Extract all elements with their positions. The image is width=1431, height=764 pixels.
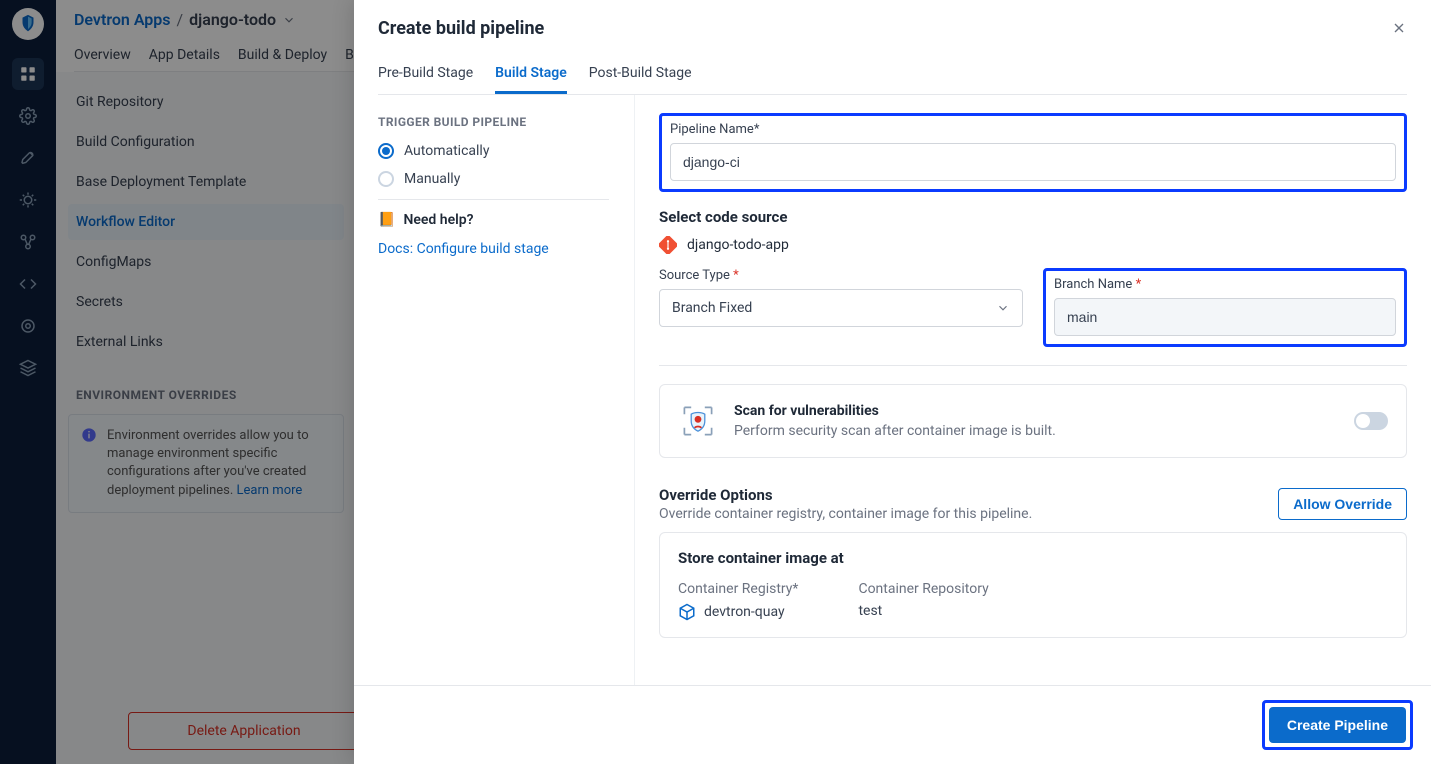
gear-icon[interactable] (12, 100, 44, 132)
need-help: 📙 Need help? (378, 212, 609, 228)
tab-pre-build[interactable]: Pre-Build Stage (378, 57, 473, 94)
config-sidebar: Git Repository Build Configuration Base … (56, 72, 356, 764)
repo-row: django-todo-app (659, 236, 1407, 254)
apps-icon[interactable] (12, 58, 44, 90)
sidebar-item-configmaps[interactable]: ConfigMaps (68, 244, 344, 280)
nav-rail (0, 0, 56, 764)
book-icon: 📙 (378, 212, 395, 228)
container-repo-label: Container Repository (858, 581, 988, 597)
pipeline-name-label: Pipeline Name* (670, 122, 1396, 137)
branch-name-highlight: Branch Name * (1043, 268, 1407, 347)
repo-name: django-todo-app (687, 237, 789, 253)
stage-tabs: Pre-Build Stage Build Stage Post-Build S… (378, 57, 1407, 95)
sidebar-item-external-links[interactable]: External Links (68, 324, 344, 360)
cluster-icon[interactable] (12, 226, 44, 258)
chevron-down-icon[interactable] (282, 13, 296, 27)
modal-footer: Create Pipeline (354, 685, 1431, 764)
create-build-pipeline-modal: Create build pipeline Pre-Build Stage Bu… (354, 0, 1431, 764)
help-label: Need help? (403, 212, 473, 228)
sidebar-item-workflow-editor[interactable]: Workflow Editor (68, 204, 344, 240)
pipeline-name-input[interactable] (670, 143, 1396, 181)
chevron-down-icon (996, 301, 1010, 315)
git-icon (659, 236, 677, 254)
source-type-value: Branch Fixed (672, 300, 752, 316)
trigger-manually-radio[interactable]: Manually (378, 171, 609, 187)
tab-build[interactable]: Build Stage (495, 57, 567, 94)
branch-name-input[interactable] (1054, 298, 1396, 336)
bug-icon[interactable] (12, 184, 44, 216)
trigger-label: TRIGGER BUILD PIPELINE (378, 115, 609, 129)
callout-learn-more-link[interactable]: Learn more (237, 483, 303, 498)
breadcrumb-app[interactable]: django-todo (189, 10, 276, 29)
env-override-callout: Environment overrides allow you to manag… (68, 414, 344, 513)
modal-title: Create build pipeline (378, 18, 1407, 39)
radio-label-auto: Automatically (404, 143, 489, 159)
close-icon[interactable] (1385, 14, 1413, 42)
store-image-card: Store container image at Container Regis… (659, 532, 1407, 638)
override-desc: Override container registry, container i… (659, 506, 1032, 522)
cube-icon (678, 603, 696, 621)
stack-icon[interactable] (12, 352, 44, 384)
container-repo-value: test (858, 603, 882, 619)
sidebar-item-base-template[interactable]: Base Deployment Template (68, 164, 344, 200)
delete-application-button[interactable]: Delete Application (128, 712, 360, 750)
tab-app-details[interactable]: App Details (149, 39, 220, 71)
create-pipeline-button[interactable]: Create Pipeline (1269, 707, 1406, 743)
tab-overview[interactable]: Overview (74, 39, 131, 71)
branch-name-label: Branch Name * (1054, 277, 1396, 292)
store-title: Store container image at (678, 549, 1388, 567)
modal-left-panel: TRIGGER BUILD PIPELINE Automatically Man… (354, 95, 634, 685)
rocket-icon[interactable] (12, 142, 44, 174)
breadcrumb-root[interactable]: Devtron Apps (74, 10, 171, 29)
source-type-label: Source Type * (659, 268, 1023, 283)
info-icon (81, 427, 97, 443)
source-type-select[interactable]: Branch Fixed (659, 289, 1023, 327)
scan-toggle[interactable] (1354, 412, 1388, 430)
devtron-logo (12, 8, 44, 40)
trigger-automatically-radio[interactable]: Automatically (378, 143, 609, 159)
container-registry-value: devtron-quay (704, 604, 785, 620)
scan-icon (678, 401, 718, 441)
modal-right-panel: Pipeline Name* Select code source django… (634, 95, 1431, 685)
container-registry-label: Container Registry* (678, 581, 798, 597)
create-pipeline-highlight: Create Pipeline (1262, 700, 1413, 750)
code-icon[interactable] (12, 268, 44, 300)
scan-title: Scan for vulnerabilities (734, 403, 1338, 419)
radio-label-manual: Manually (404, 171, 460, 187)
sidebar-section-title: ENVIRONMENT OVERRIDES (68, 380, 344, 410)
sidebar-item-git[interactable]: Git Repository (68, 84, 344, 120)
settings-icon[interactable] (12, 310, 44, 342)
tab-build-deploy[interactable]: Build & Deploy (238, 39, 327, 71)
scan-desc: Perform security scan after container im… (734, 423, 1338, 439)
override-title: Override Options (659, 486, 1032, 504)
pipeline-name-highlight: Pipeline Name* (659, 113, 1407, 192)
sidebar-item-secrets[interactable]: Secrets (68, 284, 344, 320)
sidebar-item-build-config[interactable]: Build Configuration (68, 124, 344, 160)
allow-override-button[interactable]: Allow Override (1278, 488, 1407, 520)
tab-post-build[interactable]: Post-Build Stage (589, 57, 692, 94)
select-code-source-heading: Select code source (659, 208, 1407, 226)
docs-link[interactable]: Docs: Configure build stage (378, 241, 549, 257)
scan-vulnerabilities-card: Scan for vulnerabilities Perform securit… (659, 384, 1407, 458)
